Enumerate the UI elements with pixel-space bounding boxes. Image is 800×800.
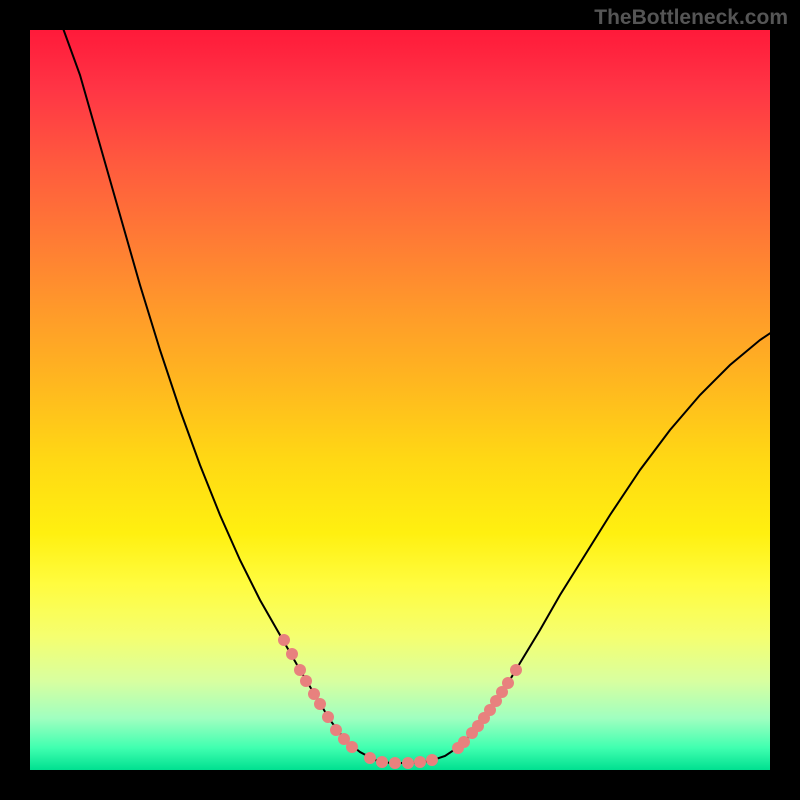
curve-markers-bottom <box>364 752 438 769</box>
curve-marker <box>322 711 334 723</box>
curve-marker <box>376 756 388 768</box>
bottleneck-curve <box>60 30 770 763</box>
chart-svg <box>30 30 770 770</box>
curve-marker <box>278 634 290 646</box>
curve-markers-left <box>278 634 358 753</box>
curve-marker <box>458 736 470 748</box>
curve-marker <box>294 664 306 676</box>
curve-marker <box>502 677 514 689</box>
curve-marker <box>308 688 320 700</box>
curve-marker <box>389 757 401 769</box>
curve-marker <box>286 648 298 660</box>
curve-marker <box>510 664 522 676</box>
curve-marker <box>426 754 438 766</box>
curve-marker <box>346 741 358 753</box>
curve-marker <box>402 757 414 769</box>
watermark-text: TheBottleneck.com <box>594 6 788 30</box>
curve-marker <box>330 724 342 736</box>
curve-marker <box>414 756 426 768</box>
curve-marker <box>314 698 326 710</box>
chart-container: TheBottleneck.com <box>0 0 800 800</box>
plot-area <box>30 30 770 770</box>
curve-marker <box>364 752 376 764</box>
curve-marker <box>300 675 312 687</box>
